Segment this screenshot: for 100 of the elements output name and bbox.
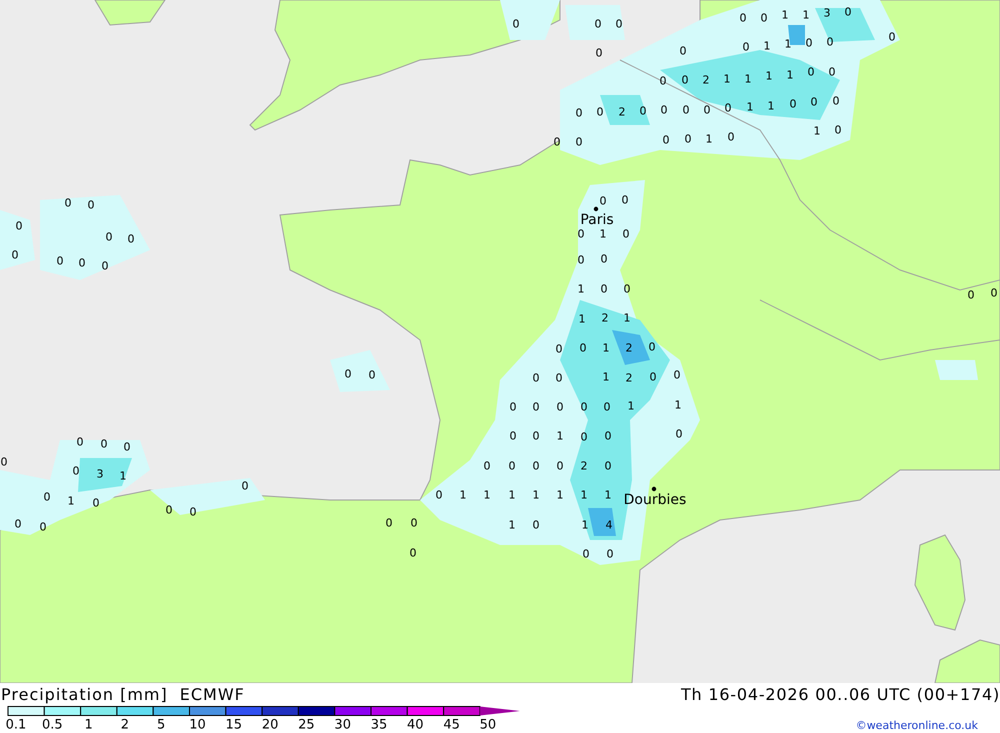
precipitation-value: 0 <box>386 516 392 530</box>
precipitation-value: 0 <box>580 342 586 354</box>
precipitation-value: 0 <box>532 400 540 414</box>
precipitation-value: 0 <box>576 106 582 120</box>
precipitation-value: 0 <box>92 496 100 510</box>
precipitation-value: 1 <box>578 282 584 296</box>
precipitation-value: 1 <box>508 518 516 532</box>
scale-label: 2 <box>120 718 130 732</box>
precipitation-value: 0 <box>676 428 682 440</box>
scale-label: 20 <box>262 718 278 732</box>
precipitation-value: 0 <box>64 196 72 210</box>
scale-label: 10 <box>189 718 206 732</box>
precipitation-value: 1 <box>724 72 730 86</box>
precipitation-value: 0 <box>596 46 602 60</box>
precipitation-value: 1 <box>744 72 752 86</box>
precipitation-value: 1 <box>814 124 820 138</box>
credit-link[interactable]: ©weatheronline.co.uk <box>856 719 978 732</box>
precipitation-value: 1 <box>784 38 792 50</box>
scale-label: 0.5 <box>42 718 63 732</box>
precipitation-value: 0 <box>190 506 196 518</box>
precipitation-value: 0 <box>124 440 130 454</box>
precipitation-value: 2 <box>602 312 608 324</box>
precipitation-value: 1 <box>624 312 630 324</box>
precipitation-value: 0 <box>44 490 50 504</box>
precipitation-value: 0 <box>742 40 750 54</box>
precipitation-value: 1 <box>802 8 810 22</box>
precipitation-value: 0 <box>834 124 842 136</box>
precipitation-value: 0 <box>600 194 606 208</box>
precipitation-value: 0 <box>578 228 584 240</box>
precipitation-value: 0 <box>166 504 172 516</box>
precipitation-value: 0 <box>106 230 112 244</box>
precipitation-value: 0 <box>16 220 22 232</box>
precipitation-value: 0 <box>580 430 588 444</box>
valid-time: Th 16-04-2026 00..06 UTC (00+174) <box>680 684 1000 704</box>
precipitation-value: 0 <box>510 430 516 442</box>
precipitation-value: 0 <box>968 288 974 302</box>
precipitation-value: 0 <box>368 368 376 382</box>
precipitation-value: 1 <box>764 40 770 52</box>
precipitation-value: 0 <box>102 260 108 272</box>
precipitation-value: 1 <box>768 100 774 112</box>
precipitation-value: 0 <box>78 256 86 270</box>
precipitation-value: 0 <box>344 368 352 380</box>
precipitation-value: 0 <box>72 464 80 478</box>
scale-label: 45 <box>443 718 460 732</box>
precipitation-value: 1 <box>578 312 586 326</box>
precipitation-value: 0 <box>682 104 690 116</box>
precipitation-value: 1 <box>556 488 564 502</box>
precipitation-value: 0 <box>582 548 590 560</box>
precipitation-value: 0 <box>512 18 520 30</box>
precipitation-value: 1 <box>68 494 74 508</box>
precipitation-value: 0 <box>410 516 418 530</box>
precipitation-value: 0 <box>660 104 668 116</box>
city-dot-icon <box>652 486 656 492</box>
precipitation-value: 0 <box>484 460 490 472</box>
precipitation-value: 0 <box>594 18 602 30</box>
precipitation-value: 1 <box>556 430 564 442</box>
precipitation-value: 0 <box>532 430 540 442</box>
precipitation-value: 0 <box>662 134 670 146</box>
precipitation-value: 0 <box>740 12 746 24</box>
precipitation-value: 0 <box>532 518 540 532</box>
precipitation-value: 1 <box>782 8 788 22</box>
precipitation-value: 1 <box>628 400 634 412</box>
precipitation-value: 0 <box>242 480 248 492</box>
precipitation-value: 0 <box>622 194 628 206</box>
precipitation-value: 0 <box>650 370 656 384</box>
precipitation-value: 0 <box>832 94 840 108</box>
precipitation-value: 0 <box>40 520 46 534</box>
precipitation-value: 0 <box>660 74 666 88</box>
city-label: Paris <box>580 212 614 228</box>
precipitation-value: 0 <box>0 456 8 468</box>
precipitation-value: 0 <box>888 30 896 44</box>
precipitation-value: 0 <box>14 518 22 530</box>
precipitation-value: 0 <box>606 548 614 560</box>
precipitation-value: 3 <box>824 6 830 20</box>
precipitation-value: 0 <box>616 18 622 30</box>
precipitation-value: 2 <box>626 372 632 384</box>
precipitation-value: 0 <box>604 400 610 414</box>
precipitation-value: 0 <box>684 132 692 146</box>
scale-label: 40 <box>407 718 424 732</box>
precipitation-value: 0 <box>554 136 560 148</box>
precipitation-value: 0 <box>578 254 584 266</box>
precipitation-value: 0 <box>532 372 540 384</box>
precipitation-value: 0 <box>556 342 562 356</box>
map-title: Precipitation [mm] <box>1 684 168 704</box>
overflow-arrow-icon <box>480 706 520 716</box>
precipitation-value: 1 <box>580 488 588 502</box>
precipitation-value: 3 <box>96 468 104 480</box>
scale-label: 50 <box>480 718 496 732</box>
precipitation-value: 2 <box>702 74 710 86</box>
precipitation-value: 0 <box>604 430 612 442</box>
precipitation-value: 0 <box>436 488 442 502</box>
scale-label: 5 <box>157 718 166 732</box>
precipitation-value: 0 <box>674 368 680 382</box>
scale-label: 1 <box>84 718 93 732</box>
precipitation-value: 0 <box>724 102 732 114</box>
precipitation-value: 0 <box>576 136 582 148</box>
precipitation-value: 1 <box>484 488 490 502</box>
precipitation-value: 0 <box>556 400 564 414</box>
precipitation-value: 0 <box>760 12 768 24</box>
precipitation-value: 0 <box>88 198 94 212</box>
